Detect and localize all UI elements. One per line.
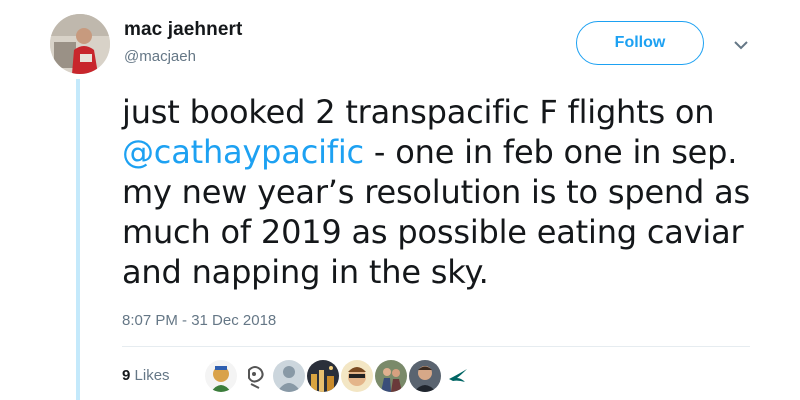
cathay-pacific-brushwing-icon[interactable]: [447, 366, 469, 392]
tweet-text-line: my new year’s resolution is to spend as: [122, 173, 750, 211]
likes-stat[interactable]: 9 Likes: [122, 367, 170, 384]
liker-avatar-5[interactable]: [341, 360, 373, 392]
liker-avatars: [205, 360, 469, 392]
author-avatar[interactable]: [50, 14, 110, 74]
divider: [122, 346, 750, 347]
tweet-text-line: and napping in the sky.: [122, 253, 489, 291]
tweet-text-fragment: - one in feb one in sep.: [363, 133, 738, 171]
author-handle[interactable]: @macjaeh: [124, 48, 196, 65]
tweet-text-line: much of 2019 as possible eating caviar: [122, 213, 744, 251]
follow-button[interactable]: Follow: [576, 21, 704, 65]
liker-avatar-6[interactable]: [375, 360, 407, 392]
likes-count: 9: [122, 367, 131, 384]
liker-avatar-3[interactable]: [273, 360, 305, 392]
chevron-down-icon[interactable]: [732, 38, 750, 52]
thread-connector-line: [76, 79, 80, 400]
liker-avatar-2[interactable]: [239, 360, 271, 392]
mention-link[interactable]: @cathaypacific: [122, 133, 364, 171]
liker-avatar-7[interactable]: [409, 360, 441, 392]
tweet-text-line: just booked 2 transpacific F flights on: [122, 93, 715, 131]
tweet-text: just booked 2 transpacific F flights on …: [122, 92, 762, 292]
tweet-timestamp[interactable]: 8:07 PM - 31 Dec 2018: [122, 312, 276, 329]
liker-avatar-1[interactable]: [205, 360, 237, 392]
author-name[interactable]: mac jaehnert: [124, 19, 242, 41]
liker-avatar-4[interactable]: [307, 360, 339, 392]
likes-label: Likes: [134, 367, 170, 384]
tweet-text-line: @cathaypacific - one in feb one in sep.: [122, 132, 762, 172]
